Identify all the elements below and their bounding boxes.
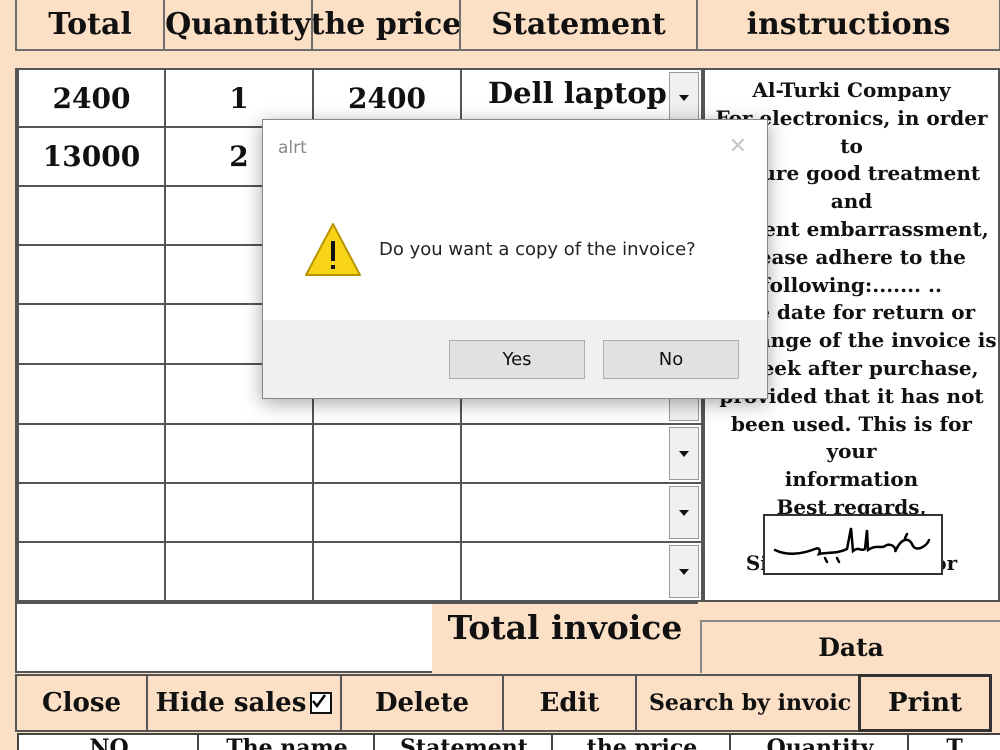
cell-total[interactable]: 13000 <box>17 126 166 187</box>
hide-sales-toggle[interactable]: Hide sales <box>146 674 342 732</box>
cell-total[interactable] <box>17 303 166 365</box>
dialog-footer: Yes No <box>263 320 767 398</box>
statement-value: Dell laptop <box>488 76 667 110</box>
bottom-header-quantity: Quantity <box>729 733 909 750</box>
statement-combo[interactable] <box>460 541 703 602</box>
cell-price[interactable] <box>312 541 462 602</box>
header-instructions: instructions <box>696 0 1000 51</box>
header-statement: Statement <box>459 0 698 51</box>
bottom-header-statement: Statement <box>373 733 553 750</box>
statement-combo[interactable] <box>460 423 703 484</box>
alert-dialog: alrt ✕ Do you want a copy of the invoice… <box>262 119 768 399</box>
cell-total[interactable] <box>17 244 166 305</box>
cell-total[interactable] <box>17 185 166 246</box>
close-icon[interactable]: ✕ <box>729 134 747 159</box>
print-button[interactable]: Print <box>858 674 992 732</box>
bottom-header-no: NO <box>17 733 199 750</box>
no-button[interactable]: No <box>603 340 739 379</box>
data-label: Data <box>700 620 1000 673</box>
hide-sales-label: Hide sales <box>155 688 307 718</box>
header-total: Total <box>15 0 165 51</box>
delete-button[interactable]: Delete <box>340 674 504 732</box>
warning-icon <box>305 223 361 276</box>
bottom-header-total: T <box>907 733 1000 750</box>
cell-total[interactable] <box>17 541 166 602</box>
bottom-header-name: The name <box>197 733 375 750</box>
hide-sales-checkbox[interactable] <box>310 692 333 714</box>
instructions-line: information <box>784 467 919 492</box>
cell-total[interactable] <box>17 482 166 543</box>
cell-total[interactable] <box>17 423 166 484</box>
dropdown-arrow-icon[interactable] <box>669 545 699 598</box>
check-icon <box>312 694 327 709</box>
cell-quantity[interactable] <box>164 541 314 602</box>
yes-button[interactable]: Yes <box>449 340 585 379</box>
cell-total[interactable]: 2400 <box>17 68 166 128</box>
instructions-line: been used. This is for your <box>731 411 972 464</box>
total-value-field[interactable] <box>15 602 434 673</box>
bottom-header-price: the price <box>551 733 731 750</box>
close-button[interactable]: Close <box>15 674 148 732</box>
dropdown-arrow-icon[interactable] <box>669 72 699 124</box>
statement-combo[interactable] <box>460 482 703 543</box>
dialog-title: alrt <box>278 138 307 158</box>
cell-price[interactable] <box>312 482 462 543</box>
edit-button[interactable]: Edit <box>502 674 637 732</box>
cell-price[interactable] <box>312 423 462 484</box>
header-price: the price <box>311 0 461 51</box>
instructions-line: Al-Turki Company <box>752 78 951 102</box>
search-by-invoice-button[interactable]: Search by invoic <box>635 674 860 732</box>
header-quantity: Quantity <box>163 0 313 51</box>
total-invoice-label: Total invoice <box>432 602 698 673</box>
cell-total[interactable] <box>17 363 166 425</box>
cell-quantity[interactable] <box>164 482 314 543</box>
dropdown-arrow-icon[interactable] <box>669 486 699 539</box>
signature-image <box>763 514 943 575</box>
cell-quantity[interactable] <box>164 423 314 484</box>
dialog-message: Do you want a copy of the invoice? <box>379 239 696 260</box>
dropdown-arrow-icon[interactable] <box>669 427 699 480</box>
